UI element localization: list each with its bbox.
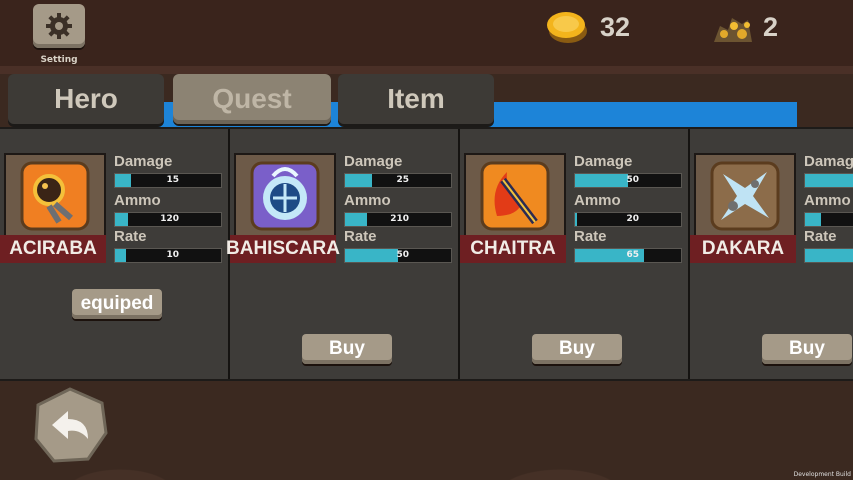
damage-label: Damage — [574, 153, 633, 170]
weapon-icon-frame — [464, 153, 566, 239]
damage-bar: 15 — [114, 173, 222, 188]
buy-button[interactable]: Buy — [762, 334, 852, 364]
ammo-fill — [345, 213, 368, 226]
rate-label: Rate — [344, 228, 377, 245]
rate-label: Rate — [804, 228, 837, 245]
buy-button[interactable]: Buy — [532, 334, 622, 364]
ammo-label: Ammo — [574, 192, 621, 209]
ammo-fill — [805, 213, 821, 226]
damage-label: Damage — [344, 153, 403, 170]
ammo-bar: 20 — [574, 212, 682, 227]
rate-fill — [805, 249, 853, 262]
damage-value: 25 — [396, 175, 409, 185]
weapon-icon-frame — [694, 153, 796, 239]
weapon-name: BAHISCARA — [226, 235, 340, 263]
weapon-card: DAKARA Damage Ammo Rate Buy — [690, 129, 853, 379]
setting-label: Setting — [40, 55, 78, 65]
tab-hero[interactable]: Hero — [8, 74, 164, 124]
gear-icon — [46, 13, 72, 39]
damage-value: 15 — [166, 175, 179, 185]
damage-label: Damage — [804, 153, 853, 170]
damage-fill — [345, 174, 372, 187]
weapon-icon-frame — [4, 153, 106, 239]
rate-value: 65 — [626, 250, 639, 260]
rate-value: 50 — [396, 250, 409, 260]
damage-bar — [804, 173, 853, 188]
ammo-bar — [804, 212, 853, 227]
rate-value: 10 — [166, 250, 179, 260]
damage-fill — [575, 174, 628, 187]
ammo-fill — [115, 213, 128, 226]
coin-count: 32 — [600, 12, 631, 42]
weapon-name: ACIRABA — [0, 235, 106, 263]
damage-fill — [115, 174, 131, 187]
coin-icon — [547, 12, 587, 43]
weapon-name: CHAITRA — [460, 235, 566, 263]
damage-fill — [805, 174, 853, 187]
flame-staff-icon — [480, 161, 550, 231]
gold-count: 2 — [763, 12, 779, 42]
rate-bar: 50 — [344, 248, 452, 263]
rate-bar — [804, 248, 853, 263]
equiped-button[interactable]: equiped — [72, 289, 162, 319]
weapon-card: ACIRABA Damage 15 Ammo 120 Rate 10 equip… — [0, 129, 230, 379]
damage-bar: 50 — [574, 173, 682, 188]
rate-bar: 65 — [574, 248, 682, 263]
ammo-value: 210 — [390, 214, 409, 224]
fireball-icon — [20, 161, 90, 231]
weapon-name: DAKARA — [690, 235, 796, 263]
weapon-card: BAHISCARA Damage 25 Ammo 210 Rate 50 Buy — [226, 129, 460, 379]
damage-value: 50 — [626, 175, 639, 185]
weapon-card: CHAITRA Damage 50 Ammo 20 Rate 65 Buy — [460, 129, 690, 379]
rate-label: Rate — [574, 228, 607, 245]
tab-item[interactable]: Item — [338, 74, 494, 124]
back-button[interactable] — [32, 387, 108, 463]
ammo-label: Ammo — [114, 192, 161, 209]
ice-shard-icon — [710, 161, 780, 231]
tab-quest[interactable]: Quest — [173, 74, 331, 124]
rate-bar: 10 — [114, 248, 222, 263]
rate-fill — [115, 249, 126, 262]
ammo-value: 120 — [160, 214, 179, 224]
buy-button[interactable]: Buy — [302, 334, 392, 364]
ice-shield-icon — [250, 161, 320, 231]
ammo-fill — [575, 213, 578, 226]
ammo-label: Ammo — [344, 192, 391, 209]
rate-label: Rate — [114, 228, 147, 245]
dev-build-label: Development Build — [793, 471, 851, 478]
ammo-bar: 120 — [114, 212, 222, 227]
damage-label: Damage — [114, 153, 173, 170]
ammo-value: 20 — [626, 214, 639, 224]
rate-fill — [345, 249, 398, 262]
weapon-icon-frame — [234, 153, 336, 239]
damage-bar: 25 — [344, 173, 452, 188]
setting-button[interactable] — [33, 4, 85, 48]
weapon-list[interactable]: ACIRABA Damage 15 Ammo 120 Rate 10 equip… — [0, 127, 853, 381]
ammo-label: Ammo — [804, 192, 851, 209]
ammo-bar: 210 — [344, 212, 452, 227]
gold-ore-icon — [714, 18, 752, 42]
